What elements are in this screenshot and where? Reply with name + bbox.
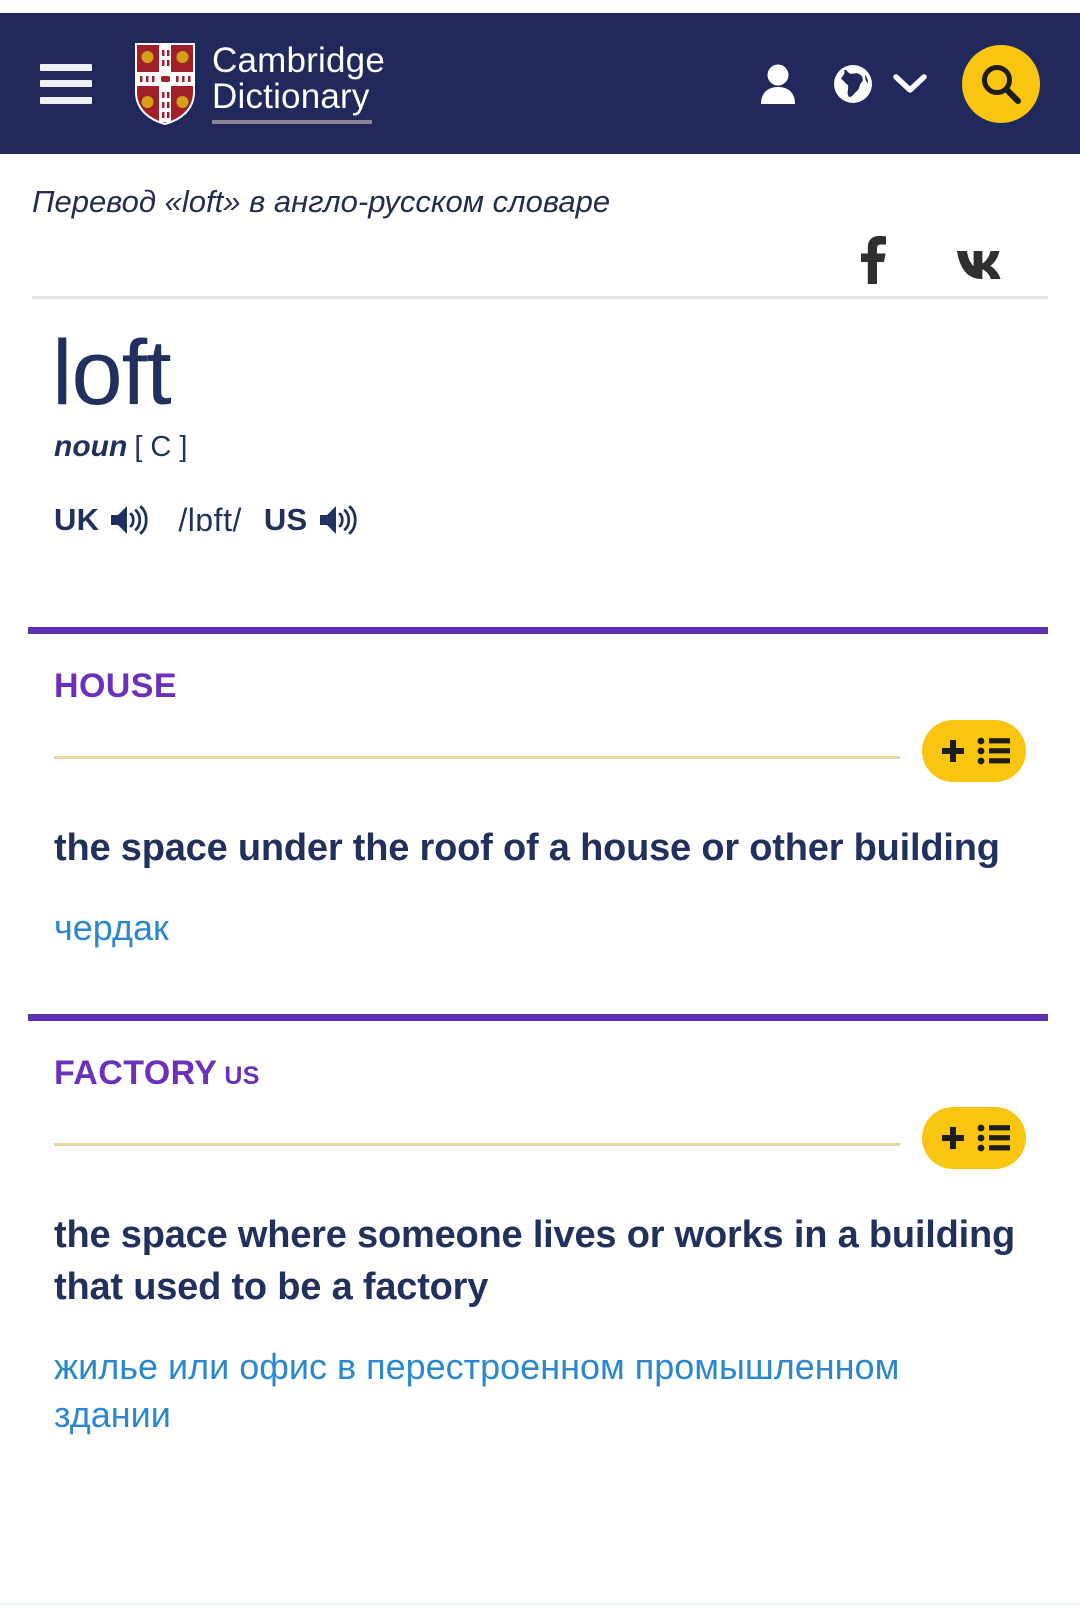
main-content: Перевод «loft» в англо-русском словаре l…: [0, 154, 1080, 1438]
list-icon: [977, 737, 1010, 764]
us-label: US: [263, 502, 308, 538]
language-selector[interactable]: [832, 63, 928, 105]
cambridge-crest-icon: [135, 42, 195, 125]
hamburger-bar: [40, 96, 92, 104]
sense-divider: [28, 1013, 1048, 1021]
globe-icon: [834, 64, 872, 103]
sense-guideword: HOUSE: [28, 634, 1052, 706]
brand-line-2: Dictionary: [212, 76, 370, 116]
ipa-transcription: /lɒft/: [178, 501, 242, 538]
top-white-strip: [0, 0, 1080, 13]
speaker-audio-icon-glyph: [111, 505, 149, 535]
person-icon[interactable]: [758, 62, 798, 106]
definition-text: the space where someone lives or works i…: [54, 1213, 1015, 1308]
facebook-icon[interactable]: [858, 234, 888, 284]
site-header: Cambridge Dictionary: [0, 13, 1080, 154]
uk-label: UK: [54, 502, 100, 538]
sense-divider: [28, 626, 1048, 634]
sense-guideword-text: FACTORY: [54, 1053, 218, 1092]
headword: loft: [52, 322, 172, 424]
sense-block-factory: FACTORY US the space where someone lives…: [28, 1021, 1052, 1439]
person-icon-glyph: [761, 64, 795, 104]
search-button[interactable]: [962, 44, 1040, 123]
chevron-down-icon: [893, 73, 927, 93]
sense-block-house: HOUSE the space under the roof of a hous…: [28, 634, 1052, 1014]
translation-text: жилье или офис в перестроенном промышлен…: [54, 1346, 900, 1435]
add-to-wordlist-button[interactable]: [922, 719, 1026, 782]
uk-speaker-audio-icon[interactable]: [108, 502, 150, 538]
brand-line-1: Cambridge: [212, 40, 385, 80]
translation-text: чердак: [54, 907, 169, 949]
wordlist-rule: [54, 1142, 900, 1146]
share-bar: [28, 220, 1052, 296]
hamburger-menu-icon[interactable]: [40, 63, 92, 104]
header-actions: [758, 44, 1050, 123]
definition-text: the space under the roof of a house or o…: [54, 826, 1000, 869]
us-speaker-audio-icon[interactable]: [317, 502, 359, 538]
part-of-speech: noun: [54, 429, 128, 463]
part-of-speech-line: noun[ C ]: [28, 422, 1052, 464]
speaker-audio-icon-glyph: [319, 505, 357, 535]
sense-guideword: FACTORY US: [28, 1021, 1052, 1093]
brand-logo-link[interactable]: Cambridge Dictionary: [134, 42, 385, 126]
bottom-divider: [0, 1603, 1080, 1606]
hamburger-bar: [40, 63, 92, 71]
sense-guideword-text: HOUSE: [54, 666, 177, 705]
vk-icon[interactable]: [954, 239, 1010, 279]
add-to-wordlist-button[interactable]: [922, 1106, 1026, 1169]
hamburger-bar: [40, 80, 92, 87]
facebook-icon-glyph: [861, 236, 886, 284]
pronunciation-row: UK /lɒft/ US: [28, 464, 1052, 539]
wordlist-row: [28, 1106, 1052, 1183]
wordlist-rule: [54, 755, 900, 759]
sense-region-tag: US: [224, 1061, 260, 1090]
wordlist-row: [28, 719, 1052, 796]
grammar-code: [ C ]: [134, 430, 188, 463]
list-icon: [977, 1124, 1010, 1151]
search-icon: [982, 64, 1021, 104]
sense-spacer: [28, 952, 1052, 1014]
vk-icon-glyph: [957, 251, 1001, 279]
page-root: Cambridge Dictionary Перевод «loft» в ан…: [0, 0, 1080, 1620]
page-title: Перевод «loft» в англо-русском словаре: [32, 184, 611, 219]
plus-icon: [941, 739, 964, 762]
brand-underline: [212, 120, 372, 125]
plus-icon: [941, 1126, 964, 1149]
